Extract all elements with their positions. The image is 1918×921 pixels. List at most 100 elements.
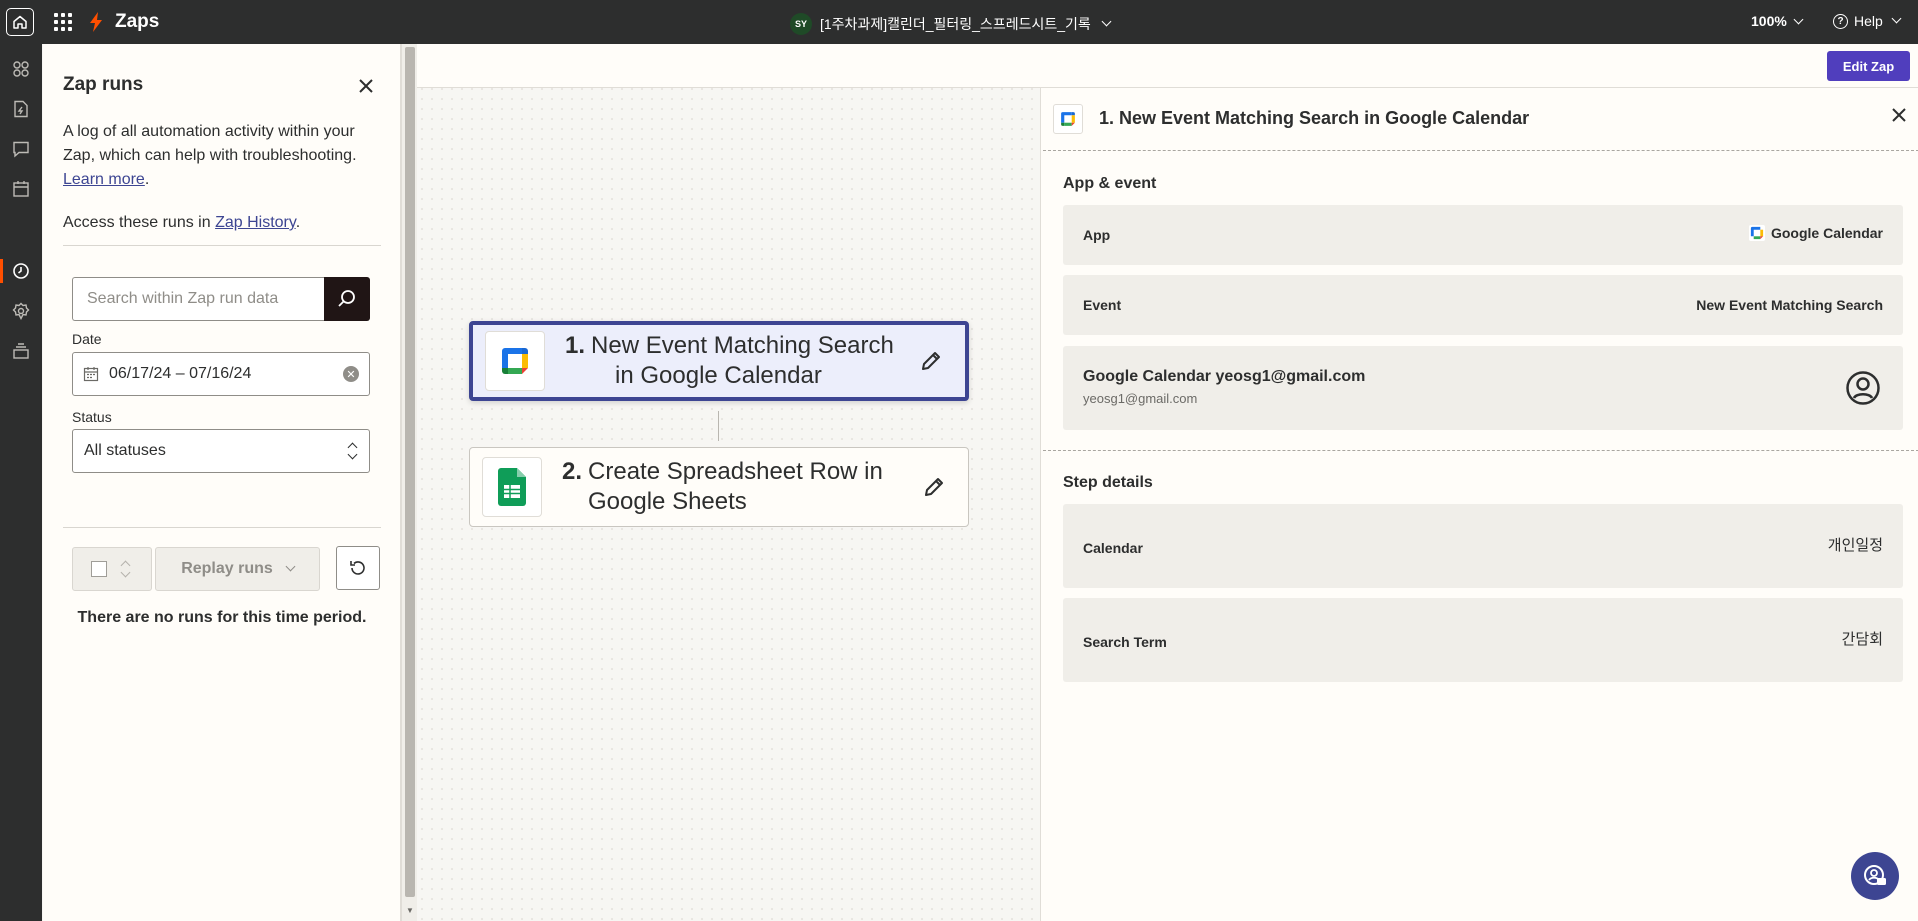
account-row[interactable]: Google Calendar yeosg1@gmail.com yeosg1@… — [1063, 346, 1903, 430]
divider — [1043, 150, 1918, 151]
apps-icon[interactable] — [12, 60, 30, 78]
close-icon[interactable] — [359, 77, 373, 95]
panel-scrollbar[interactable]: ▼ — [401, 44, 417, 921]
step-number: 2. — [562, 458, 583, 485]
pencil-icon — [925, 478, 943, 496]
help-label: Help — [1854, 13, 1883, 29]
refresh-button[interactable] — [336, 546, 380, 590]
select-all-checkbox[interactable] — [91, 561, 107, 577]
step-connector — [718, 411, 719, 441]
step-details-heading: Step details — [1063, 474, 1153, 491]
description-text: A log of all automation activity within … — [63, 123, 357, 164]
help-icon: ? — [1833, 13, 1848, 29]
google-calendar-icon — [1053, 104, 1083, 134]
date-range-picker[interactable]: 06/17/24 – 07/16/24 ✕ — [72, 352, 370, 396]
divider — [63, 527, 381, 528]
replay-label: Replay runs — [181, 560, 273, 577]
search-term-label: Search Term — [1083, 634, 1167, 650]
clear-icon[interactable]: ✕ — [343, 366, 359, 382]
scrollbar-thumb[interactable] — [405, 47, 415, 897]
event-label: Event — [1083, 297, 1122, 313]
chevron-down-icon — [1101, 16, 1112, 26]
google-sheets-icon — [482, 457, 542, 517]
calendar-label: Calendar — [1083, 540, 1143, 556]
refresh-icon — [350, 561, 365, 575]
app-event-heading: App & event — [1063, 175, 1157, 192]
zap-title-dropdown[interactable]: SY [1주차과제]캘린더_필터링_스프레드시트_기록 — [790, 13, 1112, 35]
app-row: App Google Calendar — [1063, 205, 1903, 265]
step-card-1[interactable]: 1. New Event Matching Search in Google C… — [469, 321, 969, 401]
step-label-line1: New Event Matching Search — [591, 332, 894, 359]
google-calendar-icon — [1748, 225, 1765, 241]
divider — [63, 245, 381, 246]
divider — [1043, 450, 1918, 451]
select-all-control[interactable] — [72, 547, 152, 591]
access-prefix: Access these runs in — [63, 214, 211, 231]
learn-more-link[interactable]: Learn more — [63, 171, 145, 188]
step-label-line1: Create Spreadsheet Row in — [588, 458, 883, 485]
event-value: New Event Matching Search — [1696, 297, 1883, 313]
replay-runs-button[interactable]: Replay runs — [155, 547, 320, 591]
home-icon[interactable] — [6, 8, 34, 36]
date-range-value: 06/17/24 – 07/16/24 — [109, 365, 252, 382]
zap-runs-panel: Zap runs A log of all automation activit… — [43, 44, 401, 921]
step-label: Create Spreadsheet Row in Google Sheets — [588, 457, 883, 517]
edit-step-button[interactable] — [914, 467, 954, 507]
search-button[interactable] — [324, 277, 370, 321]
app-name[interactable]: Zaps — [115, 11, 159, 33]
sort-arrows-icon — [348, 441, 358, 461]
account-email: yeosg1@gmail.com — [1083, 391, 1198, 406]
app-label: App — [1083, 227, 1111, 243]
step-label: New Event Matching Search in Google Cale… — [591, 331, 894, 391]
edit-step-button[interactable] — [911, 341, 951, 381]
search-term-row: Search Term 간담회 — [1063, 598, 1903, 682]
date-label: Date — [72, 331, 102, 347]
close-icon[interactable] — [1892, 105, 1906, 128]
panel-title: Zap runs — [63, 74, 144, 95]
app-name-value: Google Calendar — [1770, 225, 1883, 241]
canvas-toolbar — [417, 44, 1918, 88]
empty-state-message: There are no runs for this time period. — [77, 609, 367, 626]
step-number: 1. — [565, 332, 586, 359]
google-calendar-icon — [485, 331, 545, 391]
sort-arrows-icon — [121, 559, 131, 579]
top-bar: Zaps SY [1주차과제]캘린더_필터링_스프레드시트_기록 100% ? … — [0, 0, 1918, 44]
owner-avatar: SY — [790, 13, 812, 35]
active-indicator — [0, 259, 3, 283]
app-value: Google Calendar — [1748, 225, 1883, 241]
settings-icon[interactable] — [12, 302, 30, 321]
calendar-icon[interactable] — [12, 180, 30, 198]
edit-zap-button[interactable]: Edit Zap — [1827, 51, 1910, 81]
app-switcher-icon[interactable] — [54, 13, 72, 31]
step-label-line2: Google Sheets — [588, 488, 747, 515]
calendar-value: 개인일정 — [1827, 537, 1883, 554]
calendar-icon — [83, 367, 99, 382]
zap-bolt-icon — [89, 12, 103, 37]
zoom-dropdown[interactable]: 100% — [1751, 13, 1804, 29]
chevron-down-icon — [1891, 13, 1902, 23]
zap-history-link[interactable]: Zap History — [215, 214, 296, 231]
left-rail — [0, 44, 42, 921]
step-detail-panel: 1. New Event Matching Search in Google C… — [1040, 88, 1918, 921]
help-dropdown[interactable]: ? Help — [1833, 13, 1902, 29]
scroll-down-icon[interactable]: ▼ — [406, 906, 414, 915]
status-label: Status — [72, 409, 112, 425]
support-icon — [1864, 865, 1886, 885]
step-card-2[interactable]: 2. Create Spreadsheet Row in Google Shee… — [469, 447, 969, 527]
event-row: Event New Event Matching Search — [1063, 275, 1903, 335]
search-input[interactable] — [72, 277, 325, 321]
search-icon — [338, 290, 355, 307]
history-icon[interactable] — [12, 262, 30, 280]
versions-icon[interactable] — [12, 342, 30, 360]
pencil-icon — [922, 352, 940, 370]
zap-title: [1주차과제]캘린더_필터링_스프레드시트_기록 — [820, 16, 1091, 32]
zoom-level: 100% — [1751, 13, 1787, 29]
status-select[interactable]: All statuses — [72, 429, 370, 473]
comment-icon[interactable] — [12, 140, 30, 158]
step-title: 2. Create Spreadsheet Row in Google Shee… — [562, 457, 914, 517]
zap-file-icon[interactable] — [12, 100, 30, 118]
status-value: All statuses — [84, 442, 166, 459]
panel-description: A log of all automation activity within … — [63, 123, 357, 188]
support-chat-button[interactable] — [1851, 852, 1899, 900]
calendar-row: Calendar 개인일정 — [1063, 504, 1903, 588]
